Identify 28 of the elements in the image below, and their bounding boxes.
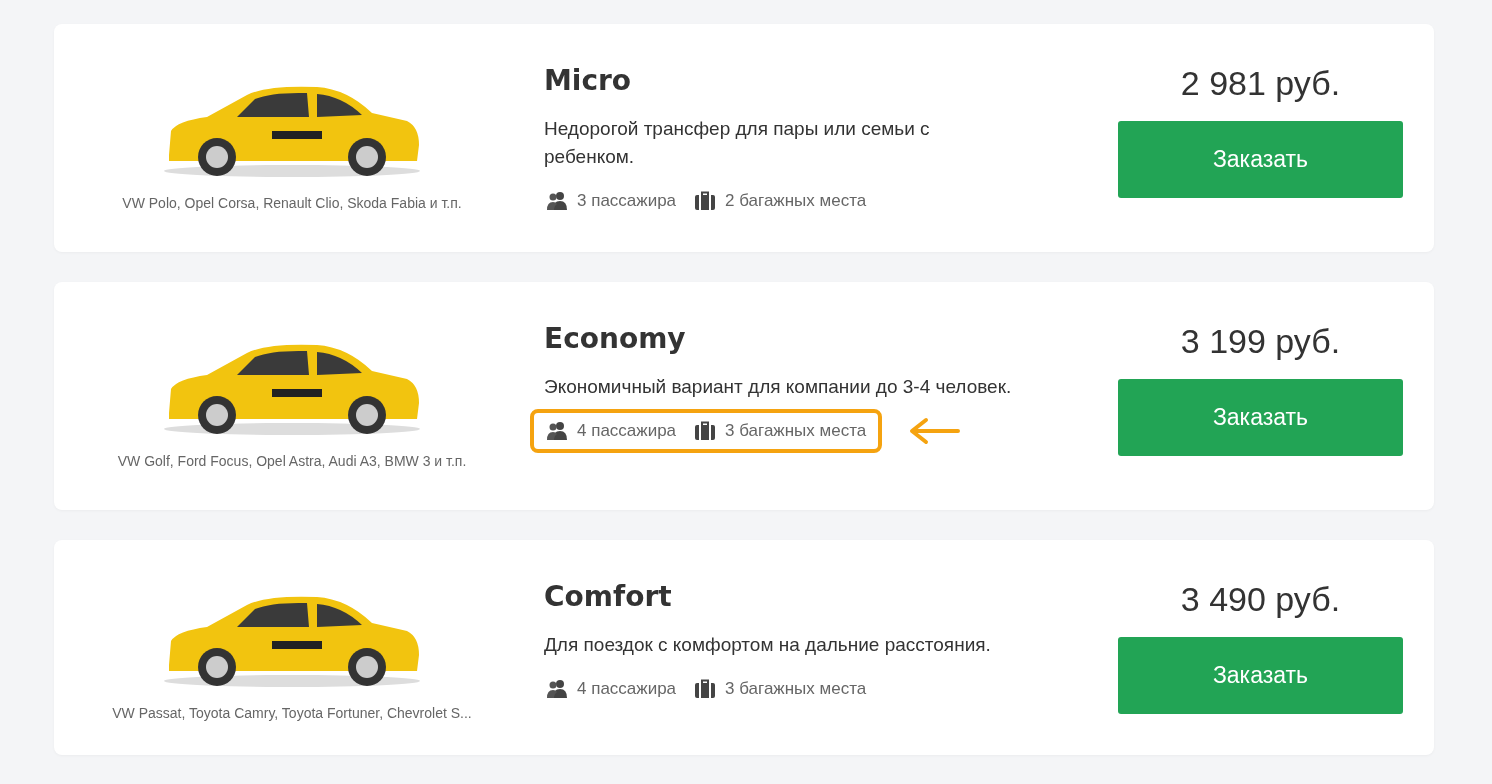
tariff-title: Economy xyxy=(544,322,686,355)
people-icon xyxy=(546,679,568,699)
tariff-description: Экономичный вариант для компании до 3-4 человек. xyxy=(544,375,1013,399)
passengers-text: 3 пассажира xyxy=(577,191,677,211)
arrow-icon xyxy=(908,417,961,445)
price: 3 199 руб. xyxy=(1179,322,1342,361)
luggage-text: 2 багажных места xyxy=(725,191,867,211)
order-button[interactable]: Заказать xyxy=(1118,637,1403,714)
tariff-title: Comfort xyxy=(544,580,672,613)
passengers-text: 4 пассажира xyxy=(577,421,677,441)
luggage-text: 3 багажных места xyxy=(725,679,867,699)
tariff-description: Для поездок с комфортом на дальние расстояния. xyxy=(544,633,992,657)
suitcase-icon xyxy=(694,191,717,211)
price: 3 490 руб. xyxy=(1179,580,1342,619)
order-button[interactable]: Заказать xyxy=(1118,379,1403,456)
order-button[interactable]: Заказать xyxy=(1118,121,1403,198)
tariff-title: Micro xyxy=(544,64,632,97)
passengers-text: 4 пассажира xyxy=(577,679,677,699)
car-models: VW Polo, Opel Corsa, Renault Clio, Skoda Fabia и т.п. xyxy=(122,195,462,211)
car-models: VW Passat, Toyota Camry, Toyota Fortuner, Chevrolet S... xyxy=(112,704,472,721)
suitcase-icon xyxy=(694,421,717,441)
car-models: VW Golf, Ford Focus, Opel Astra, Audi A3, BMW 3 и т.п. xyxy=(117,453,467,469)
price: 2 981 руб. xyxy=(1179,64,1342,103)
tariff-description: Недорогой трансфер для пары или семьи с ребенком. xyxy=(544,117,931,169)
luggage-text: 3 багажных места xyxy=(725,421,867,441)
people-icon xyxy=(546,191,568,211)
suitcase-icon xyxy=(694,679,717,699)
people-icon xyxy=(546,421,568,441)
